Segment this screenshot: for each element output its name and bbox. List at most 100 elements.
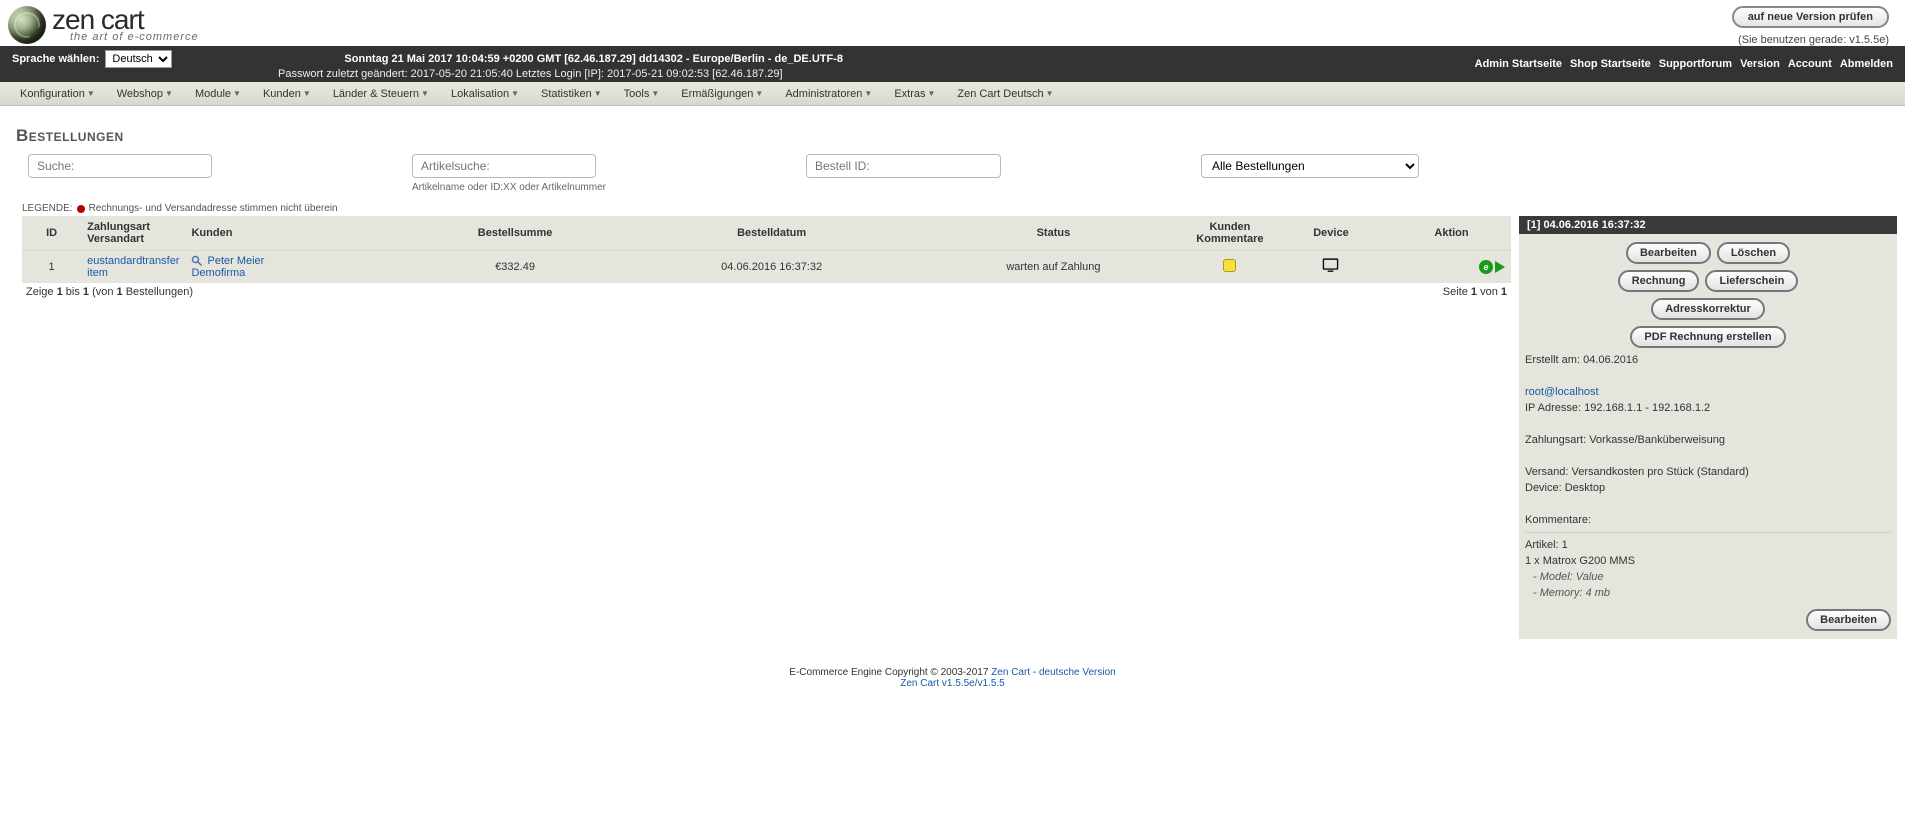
invoice-button[interactable]: Rechnung xyxy=(1618,270,1700,292)
customer-company[interactable]: Demofirma xyxy=(191,267,397,279)
order-detail-panel: [1] 04.06.2016 16:37:32 Bearbeiten Lösch… xyxy=(1519,216,1897,639)
cell-payment: eustandardtransfer item xyxy=(81,251,185,284)
legend: LEGENDE: Rechnungs- und Versandadresse s… xyxy=(22,203,1905,214)
filters: Artikelname oder ID:XX oder Artikelnumme… xyxy=(28,154,1905,193)
footer-link-german[interactable]: deutsche Version xyxy=(1039,667,1116,678)
search-input[interactable] xyxy=(28,154,212,178)
col-sum[interactable]: Bestellsumme xyxy=(404,216,627,251)
menu-kunden[interactable]: Kunden▼ xyxy=(263,88,311,100)
topbar-info-1: Sonntag 21 Mai 2017 10:04:59 +0200 GMT [… xyxy=(344,53,843,65)
chevron-down-icon: ▼ xyxy=(511,89,519,98)
edit-button-bottom[interactable]: Bearbeiten xyxy=(1806,609,1891,631)
link-admin-home[interactable]: Admin Startseite xyxy=(1475,58,1562,70)
chevron-down-icon: ▼ xyxy=(303,89,311,98)
menu-konfiguration[interactable]: Konfiguration▼ xyxy=(20,88,95,100)
cell-device xyxy=(1270,251,1392,284)
info-comments: Kommentare: xyxy=(1525,514,1891,526)
info-ip: IP Adresse: 192.168.1.1 - 192.168.1.2 xyxy=(1525,402,1891,414)
menu-extras[interactable]: Extras▼ xyxy=(894,88,935,100)
chevron-down-icon: ▼ xyxy=(233,89,241,98)
article-attr-1: - Model: Value xyxy=(1533,571,1891,583)
cell-sum: €332.49 xyxy=(404,251,627,284)
cell-customer: Peter Meier Demofirma xyxy=(185,251,403,284)
cell-status: warten auf Zahlung xyxy=(917,251,1190,284)
chevron-down-icon: ▼ xyxy=(594,89,602,98)
pager: Zeige 1 bis 1 (von 1 Bestellungen) Seite… xyxy=(22,283,1511,301)
address-correction-button[interactable]: Adresskorrektur xyxy=(1651,298,1765,320)
edit-icon[interactable]: e xyxy=(1479,260,1493,274)
chevron-down-icon: ▼ xyxy=(421,89,429,98)
info-payment: Zahlungsart: Vorkasse/Banküberweisung xyxy=(1525,434,1891,446)
article-line: 1 x Matrox G200 MMS xyxy=(1525,555,1891,567)
payment-link[interactable]: eustandardtransfer xyxy=(87,255,179,267)
menu-lokalisation[interactable]: Lokalisation▼ xyxy=(451,88,519,100)
red-dot-icon xyxy=(77,205,85,213)
info-shipping: Versand: Versandkosten pro Stück (Standa… xyxy=(1525,466,1891,478)
article-attr-2: - Memory: 4 mb xyxy=(1533,587,1891,599)
packingslip-button[interactable]: Lieferschein xyxy=(1705,270,1798,292)
orders-table: ID Zahlungsart Versandart Kunden Bestell… xyxy=(22,216,1511,283)
col-status[interactable]: Status xyxy=(917,216,1190,251)
link-support[interactable]: Supportforum xyxy=(1659,58,1732,70)
edit-button[interactable]: Bearbeiten xyxy=(1626,242,1711,264)
chevron-down-icon: ▼ xyxy=(864,89,872,98)
logo-title: zen cart xyxy=(52,7,199,32)
lang-select[interactable]: Deutsch xyxy=(105,50,172,68)
topbar-info-2: Passwort zuletzt geändert: 2017-05-20 21… xyxy=(278,68,843,80)
col-id[interactable]: ID xyxy=(22,216,81,251)
col-device[interactable]: Device xyxy=(1270,216,1392,251)
search-icon[interactable] xyxy=(191,255,203,267)
logo: zen cart the art of e-commerce xyxy=(8,6,199,44)
col-date[interactable]: Bestelldatum xyxy=(626,216,916,251)
customer-name[interactable]: Peter Meier xyxy=(207,255,264,267)
menu-tools[interactable]: Tools▼ xyxy=(624,88,660,100)
menu-ermaessigungen[interactable]: Ermäßigungen▼ xyxy=(681,88,763,100)
chevron-down-icon: ▼ xyxy=(1046,89,1054,98)
table-row[interactable]: 1 eustandardtransfer item Peter Meier xyxy=(22,251,1511,284)
cell-comments xyxy=(1190,251,1270,284)
chevron-down-icon: ▼ xyxy=(87,89,95,98)
footer-version-link[interactable]: Zen Cart v1.5.5e/v1.5.5 xyxy=(900,678,1005,689)
logo-subtitle: the art of e-commerce xyxy=(70,31,199,43)
footer-link-zencart[interactable]: Zen Cart xyxy=(991,667,1030,678)
col-comments[interactable]: Kunden Kommentare xyxy=(1190,216,1270,251)
menu-administratoren[interactable]: Administratoren▼ xyxy=(785,88,872,100)
order-id-input[interactable] xyxy=(806,154,1001,178)
menu-statistiken[interactable]: Statistiken▼ xyxy=(541,88,602,100)
footer: E-Commerce Engine Copyright © 2003-2017 … xyxy=(0,659,1905,697)
menu-webshop[interactable]: Webshop▼ xyxy=(117,88,173,100)
topbar: Sprache wählen: Deutsch Sonntag 21 Mai 2… xyxy=(0,46,1905,82)
page-title: Bestellungen xyxy=(16,126,1905,146)
version-note: (Sie benutzen gerade: v1.5.5e) xyxy=(1732,34,1889,46)
status-select[interactable]: Alle Bestellungen xyxy=(1201,154,1419,178)
menu-zencart-de[interactable]: Zen Cart Deutsch▼ xyxy=(957,88,1053,100)
lang-label: Sprache wählen: xyxy=(12,53,99,65)
article-search-hint: Artikelname oder ID:XX oder Artikelnumme… xyxy=(412,182,606,193)
link-version[interactable]: Version xyxy=(1740,58,1780,70)
info-email[interactable]: root@localhost xyxy=(1525,386,1599,398)
link-account[interactable]: Account xyxy=(1788,58,1832,70)
menu-laender[interactable]: Länder & Steuern▼ xyxy=(333,88,429,100)
info-created: Erstellt am: 04.06.2016 xyxy=(1525,354,1891,366)
check-version-button[interactable]: auf neue Version prüfen xyxy=(1732,6,1889,28)
comment-indicator-icon xyxy=(1223,259,1236,272)
info-device: Device: Desktop xyxy=(1525,482,1891,494)
menu-module[interactable]: Module▼ xyxy=(195,88,241,100)
cell-date: 04.06.2016 16:37:32 xyxy=(626,251,916,284)
info-articles: Artikel: 1 xyxy=(1525,539,1891,551)
link-shop-home[interactable]: Shop Startseite xyxy=(1570,58,1651,70)
panel-header: [1] 04.06.2016 16:37:32 xyxy=(1519,216,1897,234)
logo-icon xyxy=(8,6,46,44)
shipping-link[interactable]: item xyxy=(87,267,108,279)
col-payment[interactable]: Zahlungsart Versandart xyxy=(81,216,185,251)
delete-button[interactable]: Löschen xyxy=(1717,242,1790,264)
arrow-right-icon[interactable] xyxy=(1495,261,1505,273)
cell-id: 1 xyxy=(22,251,81,284)
article-search-input[interactable] xyxy=(412,154,596,178)
create-pdf-invoice-button[interactable]: PDF Rechnung erstellen xyxy=(1630,326,1785,348)
col-customer[interactable]: Kunden xyxy=(185,216,403,251)
monitor-icon xyxy=(1322,265,1339,277)
menubar: Konfiguration▼ Webshop▼ Module▼ Kunden▼ … xyxy=(0,82,1905,106)
link-logout[interactable]: Abmelden xyxy=(1840,58,1893,70)
col-action[interactable]: Aktion xyxy=(1392,216,1511,251)
